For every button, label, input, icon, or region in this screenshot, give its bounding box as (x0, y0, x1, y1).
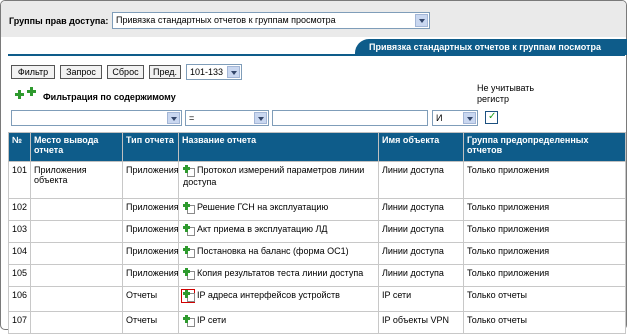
report-name-link[interactable]: Копия результатов теста линии доступа (197, 268, 363, 278)
filter-operator-select[interactable]: = (185, 110, 269, 126)
cell-place (30, 264, 123, 287)
cell-name: IP адреса интерфейсов устройств (178, 286, 379, 312)
column-header-num[interactable]: № (8, 132, 31, 162)
add-filter-icon[interactable] (15, 90, 24, 99)
cell-place (30, 311, 123, 334)
group-label: Группы прав доступа: (9, 16, 109, 26)
ignore-case-label: Не учитывать регистр (477, 83, 535, 104)
cell-place: Приложения объекта (30, 161, 123, 199)
filter-logic-select[interactable]: И (432, 110, 478, 126)
report-name-link[interactable]: Акт приема в эксплуатацию ЛД (197, 224, 327, 234)
page-range-value: 101-133 (190, 67, 224, 77)
filter-logic-value: И (436, 113, 443, 123)
report-name-link[interactable]: Решение ГСН на эксплуатацию (197, 202, 328, 212)
page-title-tab: Привязка стандартных отчетов к группам п… (355, 39, 627, 55)
table-row[interactable]: 107 Отчеты IP сети IP объекты VPN Только… (8, 311, 626, 334)
add-document-icon[interactable] (183, 202, 197, 214)
table-row[interactable]: 105 Приложения Копия результатов теста л… (8, 264, 626, 287)
prev-button[interactable]: Пред. (149, 65, 181, 79)
cell-object: Линии доступа (378, 198, 464, 221)
cell-type: Приложения (122, 264, 179, 287)
cell-name: Копия результатов теста линии доступа (178, 264, 379, 287)
cell-num: 102 (8, 198, 31, 221)
chevron-down-icon[interactable] (415, 14, 428, 27)
cell-name: IP сети (178, 311, 379, 334)
column-header-place[interactable]: Место вывода отчета (30, 132, 123, 162)
filter-value-input[interactable] (272, 110, 428, 126)
add-document-icon[interactable] (183, 165, 197, 177)
report-name-link[interactable]: IP адреса интерфейсов устройств (197, 290, 340, 300)
cell-type: Приложения (122, 198, 179, 221)
report-name-link[interactable]: IP сети (197, 315, 226, 325)
add-filter-group-icon[interactable] (27, 87, 36, 96)
cell-object: Линии доступа (378, 242, 464, 265)
cell-num: 104 (8, 242, 31, 265)
cell-num: 105 (8, 264, 31, 287)
cell-num: 106 (8, 286, 31, 312)
access-group-select-value: Привязка стандартных отчетов к группам п… (116, 15, 336, 25)
access-group-select[interactable]: Привязка стандартных отчетов к группам п… (112, 12, 430, 29)
add-document-icon[interactable] (183, 315, 197, 327)
cell-object: Линии доступа (378, 220, 464, 243)
table-row[interactable]: 101 Приложения объекта Приложения Проток… (8, 161, 626, 199)
cell-name: Постановка на баланс (форма ОС1) (178, 242, 379, 265)
report-name-link[interactable]: Протокол измерений параметров линии дост… (183, 165, 364, 187)
cell-place (30, 242, 123, 265)
cell-group: Только приложения (463, 161, 626, 199)
content-filter-label: Фильтрация по содержимому (43, 92, 176, 102)
cell-group: Только приложения (463, 198, 626, 221)
cell-type: Приложения (122, 220, 179, 243)
filter-field-select[interactable] (11, 110, 182, 126)
cell-name: Решение ГСН на эксплуатацию (178, 198, 379, 221)
cell-object: IP объекты VPN (378, 311, 464, 334)
query-button[interactable]: Запрос (60, 65, 102, 79)
column-header-group[interactable]: Группа предопределенных отчетов (463, 132, 626, 162)
reports-table: № Место вывода отчета Тип отчета Названи… (8, 132, 626, 334)
cell-group: Только приложения (463, 220, 626, 243)
cell-place (30, 198, 123, 221)
cell-num: 103 (8, 220, 31, 243)
cell-name: Акт приема в эксплуатацию ЛД (178, 220, 379, 243)
cell-type: Отчеты (122, 311, 179, 334)
chevron-down-icon[interactable] (463, 112, 476, 124)
cell-type: Приложения (122, 161, 179, 199)
chevron-down-icon[interactable] (167, 112, 180, 124)
chevron-down-icon[interactable] (254, 112, 267, 124)
chevron-down-icon[interactable] (227, 66, 240, 78)
add-document-icon[interactable] (183, 224, 197, 236)
cell-group: Только отчеты (463, 311, 626, 334)
report-name-link[interactable]: Постановка на баланс (форма ОС1) (197, 246, 349, 256)
table-row[interactable]: 106 Отчеты IP адреса интерфейсов устройс… (8, 286, 626, 312)
cell-place (30, 220, 123, 243)
cell-type: Отчеты (122, 286, 179, 312)
column-header-type[interactable]: Тип отчета (122, 132, 179, 162)
cell-group: Только приложения (463, 264, 626, 287)
table-row[interactable]: 103 Приложения Акт приема в эксплуатацию… (8, 220, 626, 243)
page-range-select[interactable]: 101-133 (186, 64, 242, 80)
table-header-row: № Место вывода отчета Тип отчета Названи… (8, 132, 626, 162)
cell-type: Приложения (122, 242, 179, 265)
add-document-icon[interactable] (183, 290, 197, 302)
cell-object: IP сети (378, 286, 464, 312)
column-header-object[interactable]: Имя объекта (378, 132, 464, 162)
cell-group: Только отчеты (463, 286, 626, 312)
cell-group: Только приложения (463, 242, 626, 265)
add-document-icon[interactable] (183, 268, 197, 280)
reset-button[interactable]: Сброс (107, 65, 144, 79)
add-document-icon[interactable] (183, 246, 197, 258)
filter-button[interactable]: Фильтр (11, 65, 55, 79)
table-row[interactable]: 102 Приложения Решение ГСН на эксплуатац… (8, 198, 626, 221)
cell-name: Протокол измерений параметров линии дост… (178, 161, 379, 199)
cell-num: 101 (8, 161, 31, 199)
filter-operator-value: = (189, 113, 195, 123)
checkmark-icon: ✓ (488, 111, 497, 122)
column-header-name[interactable]: Название отчета (178, 132, 379, 162)
page-title: Привязка стандартных отчетов к группам п… (369, 42, 601, 52)
cell-object: Линии доступа (378, 264, 464, 287)
cell-object: Линии доступа (378, 161, 464, 199)
cell-num: 107 (8, 311, 31, 334)
cell-place (30, 286, 123, 312)
table-row[interactable]: 104 Приложения Постановка на баланс (фор… (8, 242, 626, 265)
ignore-case-checkbox[interactable]: ✓ (485, 111, 498, 124)
